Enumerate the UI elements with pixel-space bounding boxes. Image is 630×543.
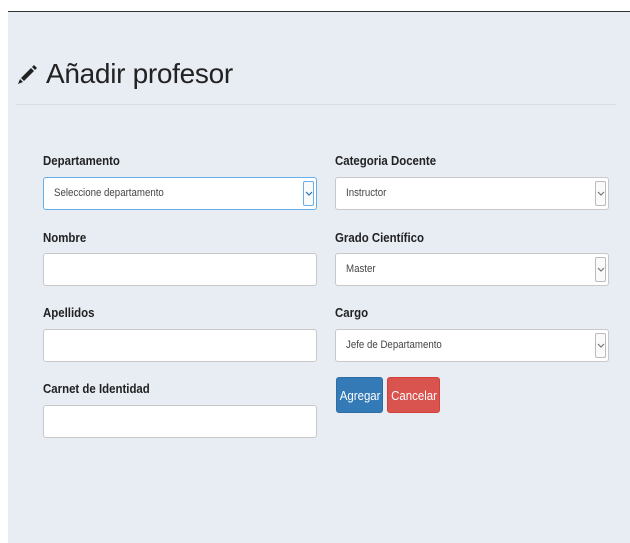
departamento-select[interactable]: Seleccione departamento (43, 177, 317, 210)
grado-selected-value: Master (346, 263, 376, 275)
categoria-label: Categoria Docente (335, 153, 437, 168)
agregar-button-label: Agregar (339, 388, 381, 403)
pencil-icon (16, 63, 38, 85)
page-title: Añadir profesor (46, 58, 233, 89)
chevron-down-icon (595, 333, 606, 358)
cargo-selected-value: Jefe de Departamento (346, 339, 442, 351)
cancelar-button-label: Cancelar (391, 388, 437, 403)
cargo-select[interactable]: Jefe de Departamento (335, 329, 609, 362)
grado-label: Grado Científico (335, 230, 424, 245)
cancelar-button[interactable]: Cancelar (387, 377, 440, 413)
chevron-down-icon (303, 181, 314, 206)
nombre-label: Nombre (43, 230, 87, 245)
departamento-label: Departamento (43, 153, 120, 168)
chevron-down-icon (595, 257, 606, 282)
header-divider (16, 104, 616, 105)
cargo-label: Cargo (335, 305, 369, 320)
page-header: Añadir profesor (16, 58, 233, 90)
carnet-label: Carnet de Identidad (43, 381, 150, 396)
nombre-input[interactable] (43, 253, 317, 286)
apellidos-label: Apellidos (43, 305, 95, 320)
chevron-down-icon (595, 181, 606, 206)
apellidos-input[interactable] (43, 329, 317, 362)
departamento-selected-value: Seleccione departamento (54, 187, 164, 199)
carnet-input[interactable] (43, 405, 317, 438)
categoria-selected-value: Instructor (346, 187, 387, 199)
grado-select[interactable]: Master (335, 253, 609, 286)
agregar-button[interactable]: Agregar (336, 377, 383, 413)
categoria-select[interactable]: Instructor (335, 177, 609, 210)
